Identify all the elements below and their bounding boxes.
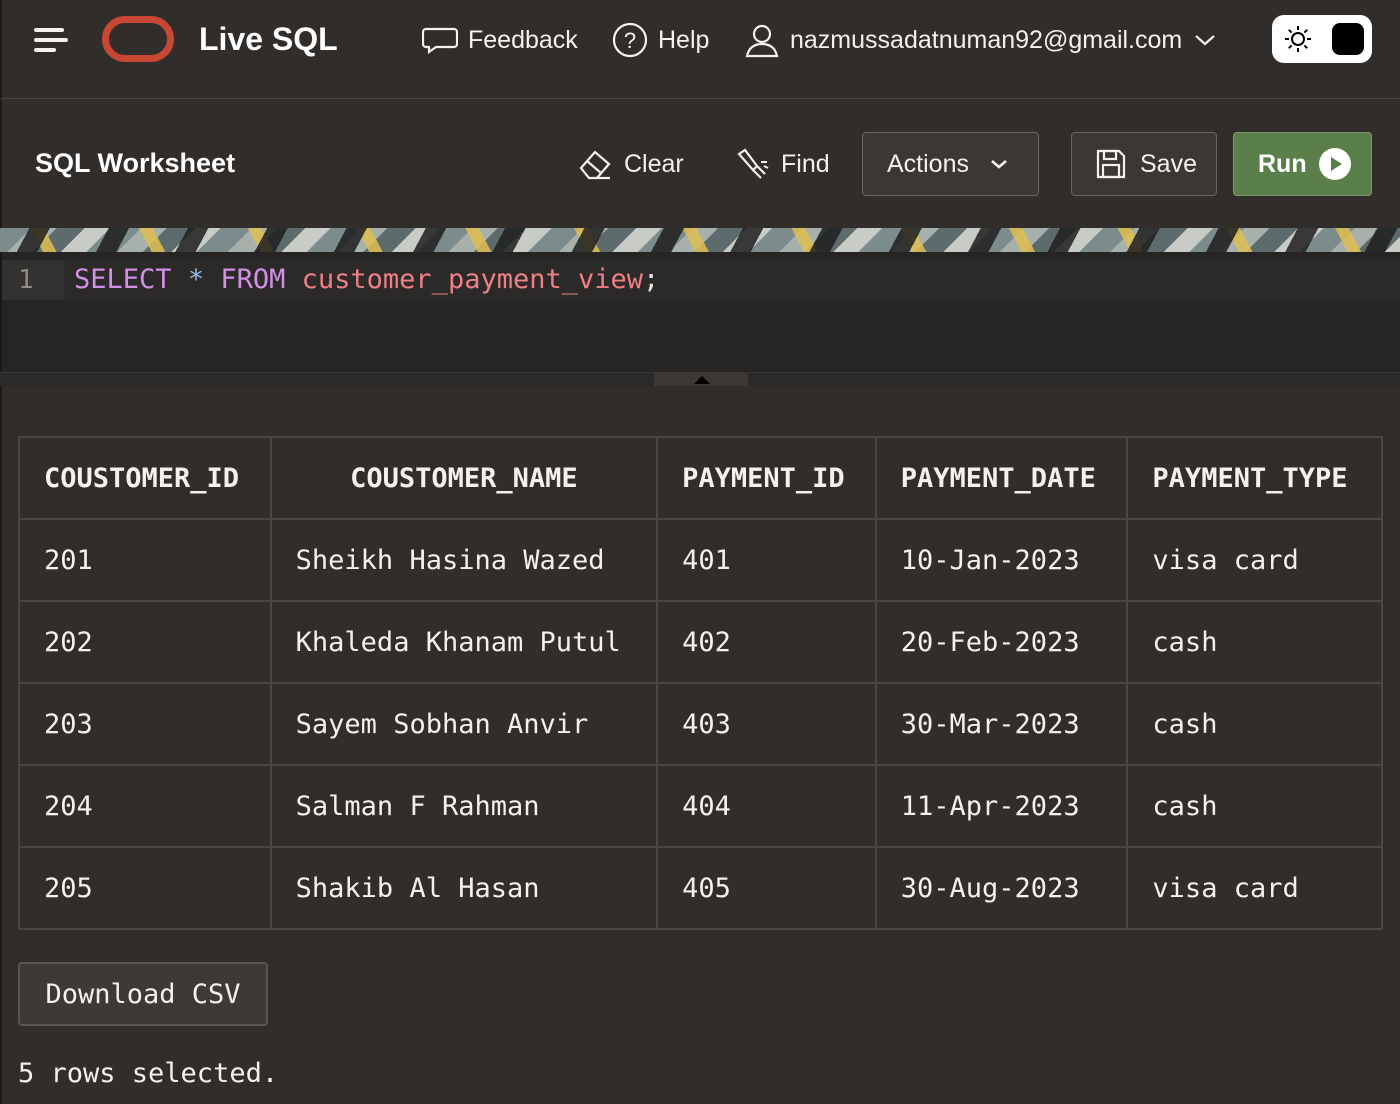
table-cell: 401 — [656, 518, 877, 602]
table-cell: 30-Aug-2023 — [874, 846, 1129, 930]
table-cell: cash — [1126, 764, 1383, 848]
run-label: Run — [1258, 149, 1307, 178]
column-header: PAYMENT_ID — [656, 436, 877, 520]
sql-editor[interactable]: 1 SELECT * FROM customer_payment_view; — [0, 252, 1400, 372]
results-pane: COUSTOMER_ID COUSTOMER_NAME PAYMENT_ID P… — [0, 386, 1400, 1104]
table-cell: 11-Apr-2023 — [874, 764, 1129, 848]
chevron-down-icon — [991, 160, 1007, 169]
help-link[interactable]: ? Help — [612, 22, 709, 58]
play-icon — [1318, 148, 1351, 180]
table-cell: 203 — [18, 682, 272, 766]
splitter-handle[interactable] — [654, 373, 748, 387]
app-title: Live SQL — [199, 21, 338, 57]
results-table: COUSTOMER_ID COUSTOMER_NAME PAYMENT_ID P… — [18, 436, 1383, 930]
help-icon: ? — [612, 22, 648, 58]
save-button[interactable]: Save — [1071, 132, 1217, 196]
find-button[interactable]: Find — [737, 144, 830, 184]
table-cell: Sheikh Hasina Wazed — [269, 518, 659, 602]
header-row: COUSTOMER_ID COUSTOMER_NAME PAYMENT_ID P… — [18, 436, 1383, 520]
table-cell: visa card — [1126, 846, 1383, 930]
table-cell: Shakib Al Hasan — [269, 846, 659, 930]
worksheet-toolbar: SQL Worksheet Clear Find Actions Save Ru… — [0, 100, 1400, 228]
table-row: 201 Sheikh Hasina Wazed 401 10-Jan-2023 … — [18, 518, 1383, 602]
keyword-from: FROM — [220, 264, 286, 295]
table-row: 204 Salman F Rahman 404 11-Apr-2023 cash — [18, 764, 1383, 848]
table-cell: 205 — [18, 846, 272, 930]
table-cell: cash — [1126, 600, 1383, 684]
user-menu[interactable]: nazmussadatnuman92@gmail.com — [744, 22, 1216, 58]
clear-label: Clear — [624, 149, 684, 178]
table-row: 205 Shakib Al Hasan 405 30-Aug-2023 visa… — [18, 846, 1383, 930]
flashlight-icon — [737, 148, 769, 179]
table-identifier: customer_payment_view — [301, 264, 644, 295]
help-label: Help — [658, 25, 710, 54]
table-cell: 201 — [18, 518, 272, 602]
theme-toggle[interactable] — [1272, 15, 1372, 63]
clear-button[interactable]: Clear — [578, 144, 684, 184]
keyword-select: SELECT — [74, 264, 172, 295]
operator-star: * — [187, 264, 205, 295]
oracle-logo[interactable] — [102, 16, 174, 62]
feedback-label: Feedback — [468, 25, 578, 54]
svg-text:?: ? — [624, 28, 636, 53]
table-cell: Sayem Sobhan Anvir — [269, 682, 659, 766]
table-cell: Khaleda Khanam Putul — [269, 600, 659, 684]
table-cell: 404 — [656, 764, 877, 848]
chevron-down-icon — [1195, 35, 1215, 46]
table-cell: 202 — [18, 600, 272, 684]
menu-icon[interactable] — [34, 26, 70, 54]
column-header: COUSTOMER_NAME — [269, 436, 659, 520]
sun-icon — [1285, 26, 1311, 52]
rows-selected-status: 5 rows selected. — [18, 1058, 279, 1089]
editor-line[interactable]: 1 SELECT * FROM customer_payment_view; — [2, 260, 1400, 300]
decorative-banner — [0, 228, 1400, 252]
table-cell: 204 — [18, 764, 272, 848]
table-cell: cash — [1126, 682, 1383, 766]
table-cell: Salman F Rahman — [269, 764, 659, 848]
feedback-link[interactable]: Feedback — [422, 22, 578, 58]
download-csv-button[interactable]: Download CSV — [18, 962, 268, 1026]
run-button[interactable]: Run — [1233, 132, 1372, 196]
code-text[interactable]: SELECT * FROM customer_payment_view; — [74, 260, 659, 300]
table-cell: 405 — [656, 846, 877, 930]
worksheet-title: SQL Worksheet — [35, 148, 236, 178]
save-label: Save — [1140, 149, 1197, 178]
line-number: 1 — [2, 260, 64, 300]
table-row: 203 Sayem Sobhan Anvir 403 30-Mar-2023 c… — [18, 682, 1383, 766]
table-cell: 30-Mar-2023 — [874, 682, 1129, 766]
actions-label: Actions — [887, 149, 969, 178]
top-bar: Live SQL Feedback ? Help nazmussadatnuma… — [0, 0, 1400, 99]
table-cell: visa card — [1126, 518, 1383, 602]
table-row: 202 Khaleda Khanam Putul 402 20-Feb-2023… — [18, 600, 1383, 684]
table-cell: 20-Feb-2023 — [874, 600, 1129, 684]
column-header: PAYMENT_DATE — [874, 436, 1129, 520]
semicolon: ; — [643, 264, 660, 295]
moon-icon — [1332, 23, 1364, 55]
pane-splitter — [0, 372, 1400, 387]
column-header: PAYMENT_TYPE — [1126, 436, 1383, 520]
find-label: Find — [781, 149, 830, 178]
table-cell: 402 — [656, 600, 877, 684]
actions-dropdown[interactable]: Actions — [862, 132, 1039, 196]
save-icon — [1096, 149, 1126, 179]
table-cell: 10-Jan-2023 — [874, 518, 1129, 602]
feedback-icon — [422, 27, 458, 55]
table-cell: 403 — [656, 682, 877, 766]
user-icon — [745, 24, 779, 58]
eraser-icon — [579, 150, 611, 180]
column-header: COUSTOMER_ID — [18, 436, 272, 520]
user-email: nazmussadatnuman92@gmail.com — [790, 25, 1183, 54]
